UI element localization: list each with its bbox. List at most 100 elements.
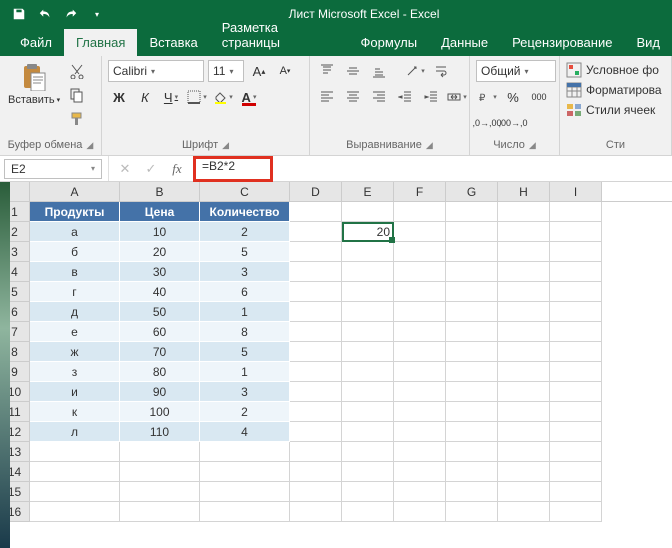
- formula-accept-icon[interactable]: ✓: [139, 159, 163, 179]
- font-size-combo[interactable]: 11▾: [208, 60, 244, 82]
- undo-icon[interactable]: [34, 3, 56, 25]
- cell[interactable]: [446, 222, 498, 242]
- cell[interactable]: [446, 342, 498, 362]
- cell[interactable]: [394, 202, 446, 222]
- cell[interactable]: [290, 382, 342, 402]
- cell[interactable]: 1: [200, 302, 290, 322]
- font-name-combo[interactable]: Calibri▾: [108, 60, 204, 82]
- wrap-text-icon[interactable]: [430, 60, 452, 82]
- cell[interactable]: [30, 442, 120, 462]
- font-launcher-icon[interactable]: ◢: [222, 140, 229, 151]
- cell[interactable]: [290, 502, 342, 522]
- cell[interactable]: [342, 322, 394, 342]
- cell[interactable]: 3: [200, 382, 290, 402]
- cell[interactable]: 6: [200, 282, 290, 302]
- cell[interactable]: [498, 342, 550, 362]
- cell[interactable]: [446, 382, 498, 402]
- cell[interactable]: [394, 442, 446, 462]
- tab-formulas[interactable]: Формулы: [349, 29, 430, 56]
- cell[interactable]: [498, 222, 550, 242]
- tab-data[interactable]: Данные: [429, 29, 500, 56]
- cell[interactable]: [446, 402, 498, 422]
- cell[interactable]: [290, 342, 342, 362]
- cell[interactable]: [290, 322, 342, 342]
- cell[interactable]: [290, 222, 342, 242]
- cell[interactable]: [550, 442, 602, 462]
- cell[interactable]: [550, 462, 602, 482]
- cell[interactable]: [446, 262, 498, 282]
- align-middle-icon[interactable]: [342, 60, 364, 82]
- cell[interactable]: [550, 242, 602, 262]
- merge-icon[interactable]: ▾: [446, 86, 468, 108]
- align-top-icon[interactable]: [316, 60, 338, 82]
- cell[interactable]: Цена: [120, 202, 200, 222]
- cell[interactable]: з: [30, 362, 120, 382]
- cell[interactable]: [394, 322, 446, 342]
- cell[interactable]: 1: [200, 362, 290, 382]
- fill-color-button[interactable]: ▾: [212, 86, 234, 108]
- orientation-icon[interactable]: ▾: [404, 60, 426, 82]
- number-launcher-icon[interactable]: ◢: [529, 140, 536, 151]
- cell[interactable]: [394, 222, 446, 242]
- cell[interactable]: [394, 482, 446, 502]
- cell[interactable]: [550, 302, 602, 322]
- cell[interactable]: 100: [120, 402, 200, 422]
- cell[interactable]: [498, 462, 550, 482]
- cell[interactable]: д: [30, 302, 120, 322]
- cell[interactable]: 10: [120, 222, 200, 242]
- cell[interactable]: [290, 482, 342, 502]
- cell[interactable]: г: [30, 282, 120, 302]
- cell[interactable]: а: [30, 222, 120, 242]
- cell[interactable]: [498, 282, 550, 302]
- clipboard-launcher-icon[interactable]: ◢: [86, 140, 93, 151]
- col-header[interactable]: C: [200, 182, 290, 201]
- cell[interactable]: [394, 362, 446, 382]
- tab-home[interactable]: Главная: [64, 29, 137, 56]
- cell[interactable]: [446, 442, 498, 462]
- cell[interactable]: [394, 402, 446, 422]
- tab-view[interactable]: Вид: [624, 29, 672, 56]
- align-left-icon[interactable]: [316, 86, 338, 108]
- cell[interactable]: 5: [200, 342, 290, 362]
- cell[interactable]: в: [30, 262, 120, 282]
- cell[interactable]: [394, 382, 446, 402]
- cell[interactable]: [550, 342, 602, 362]
- align-center-icon[interactable]: [342, 86, 364, 108]
- cell[interactable]: [120, 502, 200, 522]
- cell[interactable]: 2: [200, 222, 290, 242]
- accounting-icon[interactable]: ₽▾: [476, 86, 498, 108]
- increase-decimal-icon[interactable]: ,0→,00: [476, 112, 498, 134]
- insert-function-icon[interactable]: fx: [165, 159, 189, 179]
- align-bottom-icon[interactable]: [368, 60, 390, 82]
- cell[interactable]: [290, 242, 342, 262]
- cell[interactable]: 5: [200, 242, 290, 262]
- cell[interactable]: [290, 362, 342, 382]
- cell[interactable]: 4: [200, 422, 290, 442]
- cell[interactable]: 60: [120, 322, 200, 342]
- cell[interactable]: [342, 402, 394, 422]
- cell[interactable]: [446, 202, 498, 222]
- cell[interactable]: [394, 262, 446, 282]
- cell[interactable]: [446, 462, 498, 482]
- cell[interactable]: 2: [200, 402, 290, 422]
- number-format-combo[interactable]: Общий▾: [476, 60, 556, 82]
- cell[interactable]: б: [30, 242, 120, 262]
- cell[interactable]: [550, 402, 602, 422]
- cell[interactable]: [498, 502, 550, 522]
- cell[interactable]: [550, 502, 602, 522]
- cell[interactable]: [342, 282, 394, 302]
- cell[interactable]: 8: [200, 322, 290, 342]
- cell[interactable]: [446, 322, 498, 342]
- bold-button[interactable]: Ж: [108, 86, 130, 108]
- cell[interactable]: [342, 382, 394, 402]
- cell[interactable]: 40: [120, 282, 200, 302]
- cell[interactable]: 50: [120, 302, 200, 322]
- cell[interactable]: [30, 502, 120, 522]
- cell[interactable]: [498, 262, 550, 282]
- increase-indent-icon[interactable]: [420, 86, 442, 108]
- col-header[interactable]: A: [30, 182, 120, 201]
- cell[interactable]: [290, 262, 342, 282]
- cell[interactable]: [290, 302, 342, 322]
- col-header[interactable]: E: [342, 182, 394, 201]
- underline-button[interactable]: Ч▾: [160, 86, 182, 108]
